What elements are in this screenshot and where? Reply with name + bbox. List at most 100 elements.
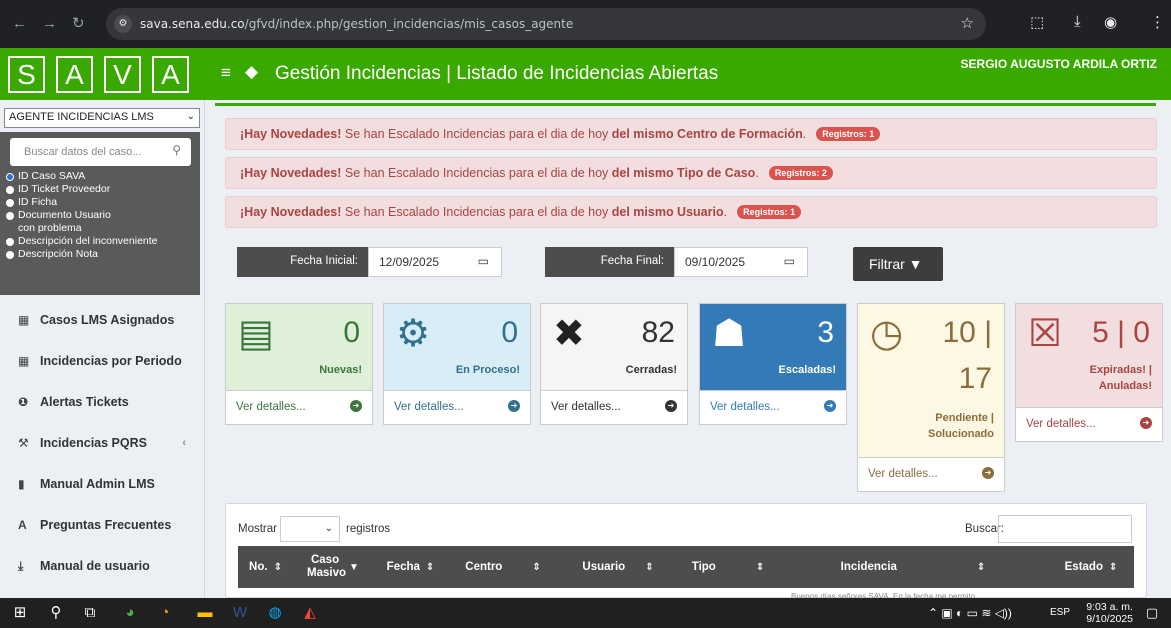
app-header: ≡ ◆ Gestión Incidencias | Listado de Inc… <box>205 48 1171 100</box>
search-icon[interactable]: ⚲ <box>172 143 181 157</box>
app-icon[interactable]: ◍ <box>265 604 285 622</box>
arrow-circle-right-icon[interactable]: ➜ <box>508 400 520 412</box>
column-header[interactable]: Usuario ⇕ <box>558 546 678 588</box>
clock[interactable]: 9:03 a. m. 9/10/2025 <box>1086 601 1133 625</box>
card-footer[interactable]: Ver detalles... ➜ <box>384 390 530 424</box>
start-date-input[interactable]: 12/09/2025 ▭ <box>368 247 502 277</box>
sidebar-item-pqrs[interactable]: ⚒ Incidencias PQRS ‹ <box>0 423 204 464</box>
calendar-times-icon: ☒ <box>1028 313 1063 355</box>
page-length-select[interactable]: ⌄ <box>280 516 340 542</box>
file-icon: ▮ <box>18 477 25 491</box>
user-secret-icon: ☗ <box>712 313 747 355</box>
sort-icon: ⇕ <box>1108 561 1118 573</box>
card-footer[interactable]: Ver detalles... ➜ <box>700 390 846 424</box>
sidebar-item-incidencias-periodo[interactable]: ▦ Incidencias por Periodo <box>0 341 204 382</box>
site-info-icon[interactable]: ⚙ <box>114 15 132 33</box>
card-footer[interactable]: Ver detalles... ➜ <box>541 390 687 424</box>
card-escaladas: ☗ 3 Escaladas! Ver detalles... ➜ <box>699 303 847 425</box>
arrow-circle-right-icon[interactable]: ➜ <box>665 400 677 412</box>
sidebar-item-faq[interactable]: A Preguntas Frecuentes <box>0 505 204 546</box>
sidebar-item-alertas-tickets[interactable]: ❶ Alertas Tickets <box>0 382 204 423</box>
calendar-icon[interactable]: ▭ <box>478 254 489 268</box>
search-option-radio[interactable]: Documento Usuario con problema <box>6 209 116 235</box>
forward-icon[interactable]: → <box>42 14 57 34</box>
radio-icon <box>6 199 14 207</box>
sava-logo[interactable]: S A V A <box>0 48 205 100</box>
view-details-link[interactable]: Ver detalles... <box>710 401 780 413</box>
task-view-icon[interactable]: ⧉ <box>82 604 98 622</box>
system-tray-icons[interactable]: ⌃ ▣ ◐ ▭ ≋ ◁)) <box>928 606 1012 620</box>
card-label: Anuladas! <box>1098 380 1152 392</box>
back-icon[interactable]: ← <box>12 14 27 34</box>
role-select[interactable]: AGENTE INCIDENCIAS LMS ⌄ <box>4 108 200 128</box>
calendar-icon[interactable]: ▭ <box>784 254 795 268</box>
notifications-icon[interactable]: ▢ <box>1144 604 1160 622</box>
file-explorer-icon[interactable]: ▬ <box>195 604 215 622</box>
show-label: Mostrar <box>238 523 277 535</box>
radio-selected-icon <box>6 173 14 181</box>
view-details-link[interactable]: Ver detalles... <box>236 401 306 413</box>
column-header[interactable]: Centro ⇕ <box>448 546 558 588</box>
column-header[interactable]: Caso Masivo ▼ <box>293 546 373 588</box>
user-name[interactable]: SERGIO AUGUSTO ARDILA ORTIZ <box>961 57 1157 71</box>
extensions-icon[interactable]: ⬚ <box>1030 13 1044 31</box>
view-details-link[interactable]: Ver detalles... <box>1026 418 1096 430</box>
search-icon[interactable]: ⚲ <box>48 604 64 622</box>
reload-icon[interactable]: ↻ <box>72 14 85 34</box>
logo-letter: A <box>152 56 189 93</box>
acrobat-icon[interactable]: ◭ <box>300 604 320 622</box>
logo-letter: A <box>56 56 93 93</box>
column-header[interactable]: Estado ⇕ <box>1048 546 1134 588</box>
sort-desc-icon: ▼ <box>349 561 359 573</box>
column-header[interactable]: Tipo ⇕ <box>678 546 778 588</box>
address-bar[interactable]: ⚙ sava.sena.edu.co/gfvd/index.php/gestio… <box>106 8 986 40</box>
sidebar-item-manual-admin[interactable]: ▮ Manual Admin LMS <box>0 464 204 505</box>
end-date-input[interactable]: 09/10/2025 ▭ <box>674 247 808 277</box>
card-footer[interactable]: Ver detalles... ➜ <box>226 390 372 424</box>
card-value: 3 <box>817 316 834 349</box>
filter-button[interactable]: Filtrar ▼ <box>853 247 943 281</box>
sidebar-item-manual-usuario[interactable]: ⤓ Manual de usuario <box>0 546 204 587</box>
gears-icon: ⚙ <box>396 313 431 355</box>
search-option-radio[interactable]: Descripción Nota <box>6 248 196 261</box>
card-body: ▤ 0 Nuevas! <box>226 304 372 390</box>
column-header[interactable]: No. ⇕ <box>238 546 293 588</box>
view-details-link[interactable]: Ver detalles... <box>868 468 938 480</box>
card-body: ☒ 5 | 0 Expiradas! | Anuladas! <box>1016 304 1162 407</box>
browser-menu-icon[interactable]: ⋮ <box>1150 13 1165 31</box>
column-header[interactable]: Fecha ⇕ <box>373 546 448 588</box>
card-footer[interactable]: Ver detalles... ➜ <box>1016 407 1162 441</box>
view-details-link[interactable]: Ver detalles... <box>394 401 464 413</box>
arrow-circle-right-icon[interactable]: ➜ <box>350 400 362 412</box>
search-option-radio[interactable]: ID Caso SAVA <box>6 170 196 183</box>
arrow-circle-right-icon[interactable]: ➜ <box>1140 417 1152 429</box>
case-search-input[interactable]: Buscar datos del caso... ⚲ <box>10 138 191 166</box>
alert-usuario: ¡Hay Novedades! Se han Escalado Incidenc… <box>225 196 1157 228</box>
view-details-link[interactable]: Ver detalles... <box>551 401 621 413</box>
card-label: Pendiente | <box>935 412 994 424</box>
search-option-radio[interactable]: ID Ficha <box>6 196 196 209</box>
hamburger-menu-icon[interactable]: ≡ <box>221 63 231 83</box>
search-option-radio[interactable]: Descripción del inconveniente <box>6 235 196 248</box>
card-footer[interactable]: Ver detalles... ➜ <box>858 457 1004 491</box>
download-icon[interactable]: ⤓ <box>1074 13 1081 30</box>
newspaper-icon: ▤ <box>238 313 274 355</box>
table-search-input[interactable] <box>998 515 1132 543</box>
windows-start-icon[interactable]: ⊞ <box>12 604 28 622</box>
word-icon[interactable]: W <box>230 604 250 622</box>
chrome-icon[interactable]: ◕ <box>120 604 140 622</box>
radio-icon <box>6 186 14 194</box>
arrow-circle-right-icon[interactable]: ➜ <box>824 400 836 412</box>
firefox-icon[interactable]: ◔ <box>155 604 175 622</box>
profile-avatar-icon[interactable]: ◉ <box>1104 13 1117 31</box>
arrow-circle-right-icon[interactable]: ➜ <box>982 467 994 479</box>
sidebar-item-casos-lms[interactable]: ▦ Casos LMS Asignados <box>0 300 204 341</box>
bookmark-star-icon[interactable]: ☆ <box>961 14 974 32</box>
records-badge: Registros: 1 <box>737 205 802 219</box>
card-body: ⚙ 0 En Proceso! <box>384 304 530 390</box>
column-header[interactable]: Incidencia ⇕ <box>778 546 1048 588</box>
language-indicator[interactable]: ESP <box>1050 607 1070 618</box>
search-option-radio[interactable]: ID Ticket Proveedor <box>6 183 196 196</box>
search-placeholder: Buscar datos del caso... <box>24 146 142 158</box>
sort-icon: ⇕ <box>425 561 435 573</box>
